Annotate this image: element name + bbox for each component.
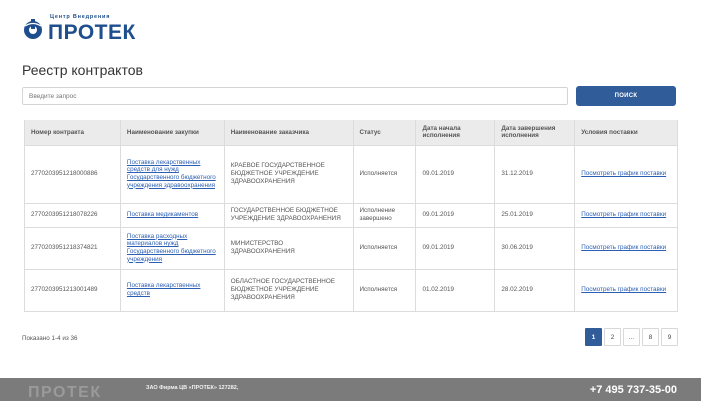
view-schedule-link[interactable]: Посмотреть график поставки xyxy=(581,211,666,218)
purchase-name-cell: Поставка медикаментов xyxy=(119,202,225,228)
page-button-2[interactable]: 2 xyxy=(604,328,621,346)
contract-number: 2770203951218078226 xyxy=(24,202,121,228)
purchase-name-cell: Поставка лекарственных средств xyxy=(119,268,225,312)
contracts-table: Номер контракта Наименование закупки Наи… xyxy=(24,120,678,312)
start-date: 09.01.2019 xyxy=(415,202,496,228)
customer-name: МИНИСТЕРСТВО ЗДРАВООХРАНЕНИЯ xyxy=(223,226,354,270)
contract-status: Исполняется xyxy=(352,144,417,204)
results-count: Показано 1-4 из 36 xyxy=(22,335,78,342)
page-button-8[interactable]: 8 xyxy=(642,328,659,346)
header-customer-name[interactable]: Наименование заказчика xyxy=(223,120,354,145)
contract-number: 2770203951218000886 xyxy=(24,144,121,204)
site-footer: ПРОТЕК ЗАО Фирма ЦВ «ПРОТЕК» 127282, +7 … xyxy=(0,378,701,401)
header-start-date[interactable]: Дата начала исполнения xyxy=(415,120,495,145)
customer-name: ОБЛАСТНОЕ ГОСУДАРСТВЕННОЕ БЮДЖЕТНОЕ УЧРЕ… xyxy=(223,268,354,312)
header-end-date[interactable]: Дата завершения исполнения xyxy=(494,120,575,145)
start-date: 01.02.2019 xyxy=(415,268,496,312)
brand-name: ПРОТЕК xyxy=(48,20,136,44)
start-date: 09.01.2019 xyxy=(415,144,496,204)
table-row: 2770203951218374821 Поставка расходных м… xyxy=(24,226,678,270)
contract-status: Исполнение завершено xyxy=(352,202,417,228)
view-schedule-link[interactable]: Посмотреть график поставки xyxy=(581,170,666,177)
table-row: 2770203951218000886 Поставка лекарственн… xyxy=(24,144,678,204)
contract-status: Исполняется xyxy=(352,226,417,270)
table-row: 2770203951213001489 Поставка лекарственн… xyxy=(24,268,678,312)
header-contract-number[interactable]: Номер контракта xyxy=(24,120,121,145)
view-schedule-link[interactable]: Посмотреть график поставки xyxy=(581,244,666,251)
contract-status: Исполняется xyxy=(352,268,417,312)
start-date: 09.01.2019 xyxy=(415,226,496,270)
purchase-name-link[interactable]: Поставка медикаментов xyxy=(127,211,198,218)
customer-name: ГОСУДАРСТВЕННОЕ БЮДЖЕТНОЕ УЧРЕЖДЕНИЕ ЗДР… xyxy=(223,202,354,228)
header-status[interactable]: Статус xyxy=(352,120,416,145)
footer-phone[interactable]: +7 495 737-35-00 xyxy=(590,384,677,396)
table-row: 2770203951218078226 Поставка медикаменто… xyxy=(24,202,678,228)
header-purchase-name[interactable]: Наименование закупки xyxy=(119,120,225,145)
search-button[interactable]: ПОИСК xyxy=(576,86,676,106)
page-button-1[interactable]: 1 xyxy=(585,328,602,346)
customer-name: КРАЕВОЕ ГОСУДАРСТВЕННОЕ БЮДЖЕТНОЕ УЧРЕЖД… xyxy=(223,144,354,204)
delivery-conditions-cell: Посмотреть график поставки xyxy=(574,226,678,270)
end-date: 25.01.2019 xyxy=(494,202,576,228)
search-input[interactable] xyxy=(22,87,568,105)
purchase-name-link[interactable]: Поставка лекарственных средств для нужд … xyxy=(127,159,216,189)
footer-logo[interactable]: ПРОТЕК xyxy=(28,384,102,401)
footer-company-info: ЗАО Фирма ЦВ «ПРОТЕК» 127282, xyxy=(146,385,239,391)
end-date: 30.06.2019 xyxy=(494,226,576,270)
delivery-conditions-cell: Посмотреть график поставки xyxy=(574,268,678,312)
brand-logo[interactable]: Центр Внедрения ПРОТЕК xyxy=(22,14,136,44)
page-title: Реестр контрактов xyxy=(22,62,143,78)
contract-number: 2770203951218374821 xyxy=(24,226,121,270)
table-header-row: Номер контракта Наименование закупки Наи… xyxy=(24,120,678,145)
delivery-conditions-cell: Посмотреть график поставки xyxy=(574,202,678,228)
protek-logo-icon xyxy=(22,18,44,40)
purchase-name-cell: Поставка расходных материалов нужд Госуд… xyxy=(119,226,225,270)
end-date: 31.12.2019 xyxy=(494,144,576,204)
end-date: 28.02.2019 xyxy=(494,268,576,312)
page-button-9[interactable]: 9 xyxy=(661,328,678,346)
page-ellipsis: ... xyxy=(623,328,640,346)
purchase-name-link[interactable]: Поставка расходных материалов нужд Госуд… xyxy=(127,233,216,263)
contract-number: 2770203951213001489 xyxy=(24,268,121,312)
pagination: 1 2 ... 8 9 xyxy=(583,328,678,346)
brand-subtitle: Центр Внедрения xyxy=(50,14,111,21)
view-schedule-link[interactable]: Посмотреть график поставки xyxy=(581,286,666,293)
purchase-name-link[interactable]: Поставка лекарственных средств xyxy=(127,282,201,297)
purchase-name-cell: Поставка лекарственных средств для нужд … xyxy=(119,144,225,204)
header-delivery-conditions[interactable]: Условия поставки xyxy=(574,120,678,145)
delivery-conditions-cell: Посмотреть график поставки xyxy=(574,144,678,204)
